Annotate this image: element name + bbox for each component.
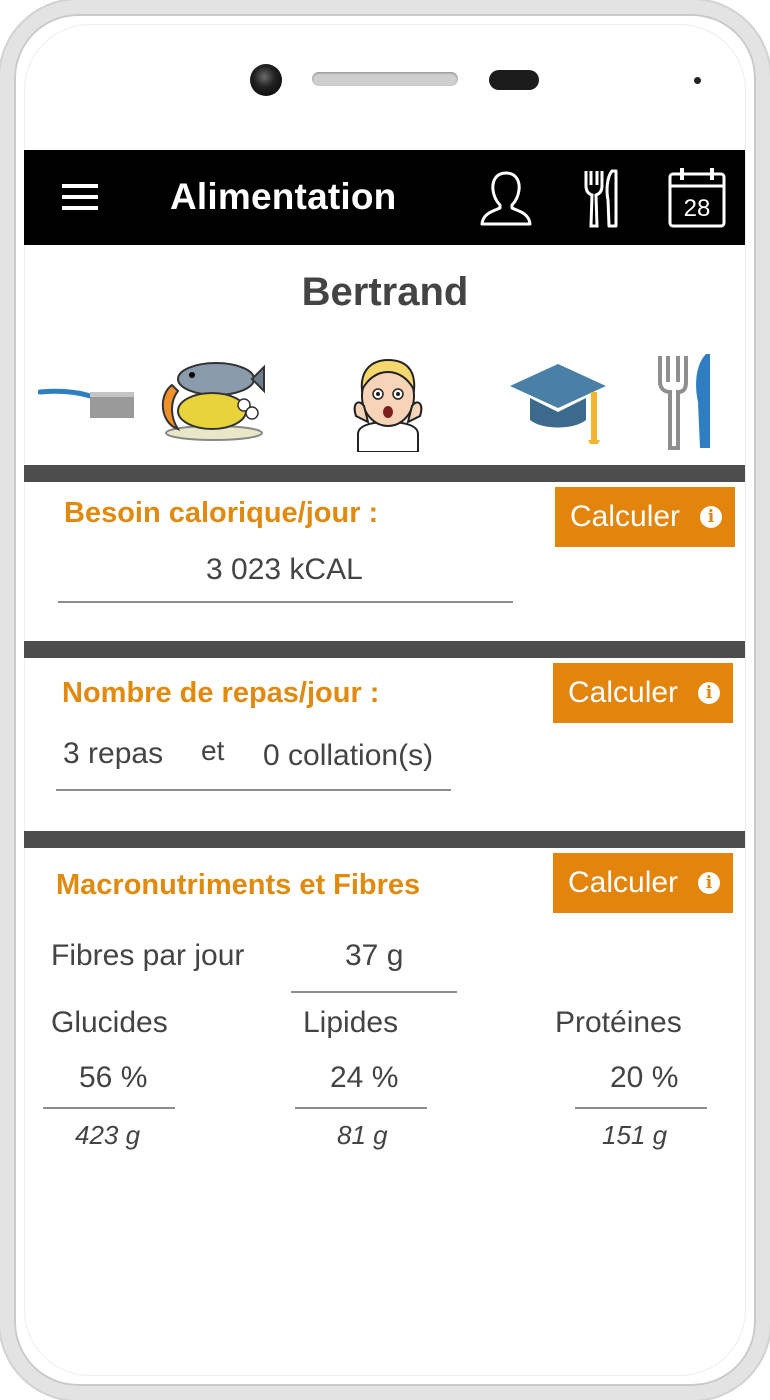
user-name: Bertrand (301, 270, 469, 314)
proteines-underline (575, 1107, 707, 1109)
worried-avatar-icon[interactable] (350, 356, 426, 452)
fibres-underline (291, 991, 457, 993)
earpiece-speaker (312, 72, 458, 86)
proximity-sensor (489, 70, 539, 90)
app-title: Alimentation (170, 176, 397, 217)
section-divider (24, 831, 745, 848)
lipides-grams: 81 g (337, 1120, 388, 1150)
glucides-grams: 423 g (75, 1120, 141, 1150)
calculate-calorie-button-label: Calculer (570, 500, 681, 533)
menu-icon[interactable] (62, 184, 98, 210)
lipides-label: Lipides (303, 1006, 399, 1039)
proteines-grams: 151 g (602, 1120, 668, 1150)
section-divider (24, 465, 745, 482)
lipides-percent[interactable]: 24 % (330, 1061, 398, 1095)
snacks-count[interactable]: 0 collation(s) (263, 739, 433, 773)
calendar-day: 28 (684, 195, 711, 222)
app-bar: Alimentation 28 (24, 150, 745, 245)
glucides-underline (43, 1107, 175, 1109)
glucides-label: Glucides (51, 1006, 168, 1039)
info-icon[interactable]: i (698, 872, 720, 894)
proteines-label: Protéines (555, 1006, 682, 1039)
calendar-icon[interactable]: 28 (668, 166, 726, 228)
lipides-underline (295, 1107, 427, 1109)
calculate-calorie-button[interactable]: Calculer i (555, 487, 735, 547)
calculate-meals-button-label: Calculer (568, 676, 679, 709)
calorie-value[interactable]: 3 023 kCAL (206, 553, 363, 587)
front-camera (250, 64, 282, 96)
fork-knife-icon[interactable] (582, 168, 622, 230)
calculate-meals-button[interactable]: Calculer i (553, 663, 733, 723)
graduation-cap-icon[interactable] (508, 360, 610, 446)
meals-et-label: et (201, 735, 225, 766)
info-icon[interactable]: i (698, 682, 720, 704)
cutlery-icon[interactable] (656, 352, 716, 450)
food-platter-icon[interactable] (152, 355, 266, 445)
calculate-macros-button[interactable]: Calculer i (553, 853, 733, 913)
info-icon[interactable]: i (700, 506, 722, 528)
fibres-label: Fibres par jour (51, 939, 245, 972)
meals-title: Nombre de repas/jour : (62, 677, 380, 709)
fibres-value[interactable]: 37 g (345, 939, 403, 973)
meals-count[interactable]: 3 repas (63, 737, 163, 771)
calorie-title: Besoin calorique/jour : (64, 497, 379, 529)
section-divider (24, 641, 745, 658)
indicator-dot (694, 77, 701, 84)
macros-title: Macronutriments et Fibres (56, 869, 421, 901)
frying-pan-icon[interactable] (38, 372, 138, 422)
proteines-percent[interactable]: 20 % (610, 1061, 678, 1095)
meals-underline (56, 789, 451, 791)
glucides-percent[interactable]: 56 % (79, 1061, 147, 1095)
user-profile-icon[interactable] (478, 168, 534, 226)
calculate-macros-button-label: Calculer (568, 866, 679, 899)
calorie-underline (58, 601, 513, 603)
